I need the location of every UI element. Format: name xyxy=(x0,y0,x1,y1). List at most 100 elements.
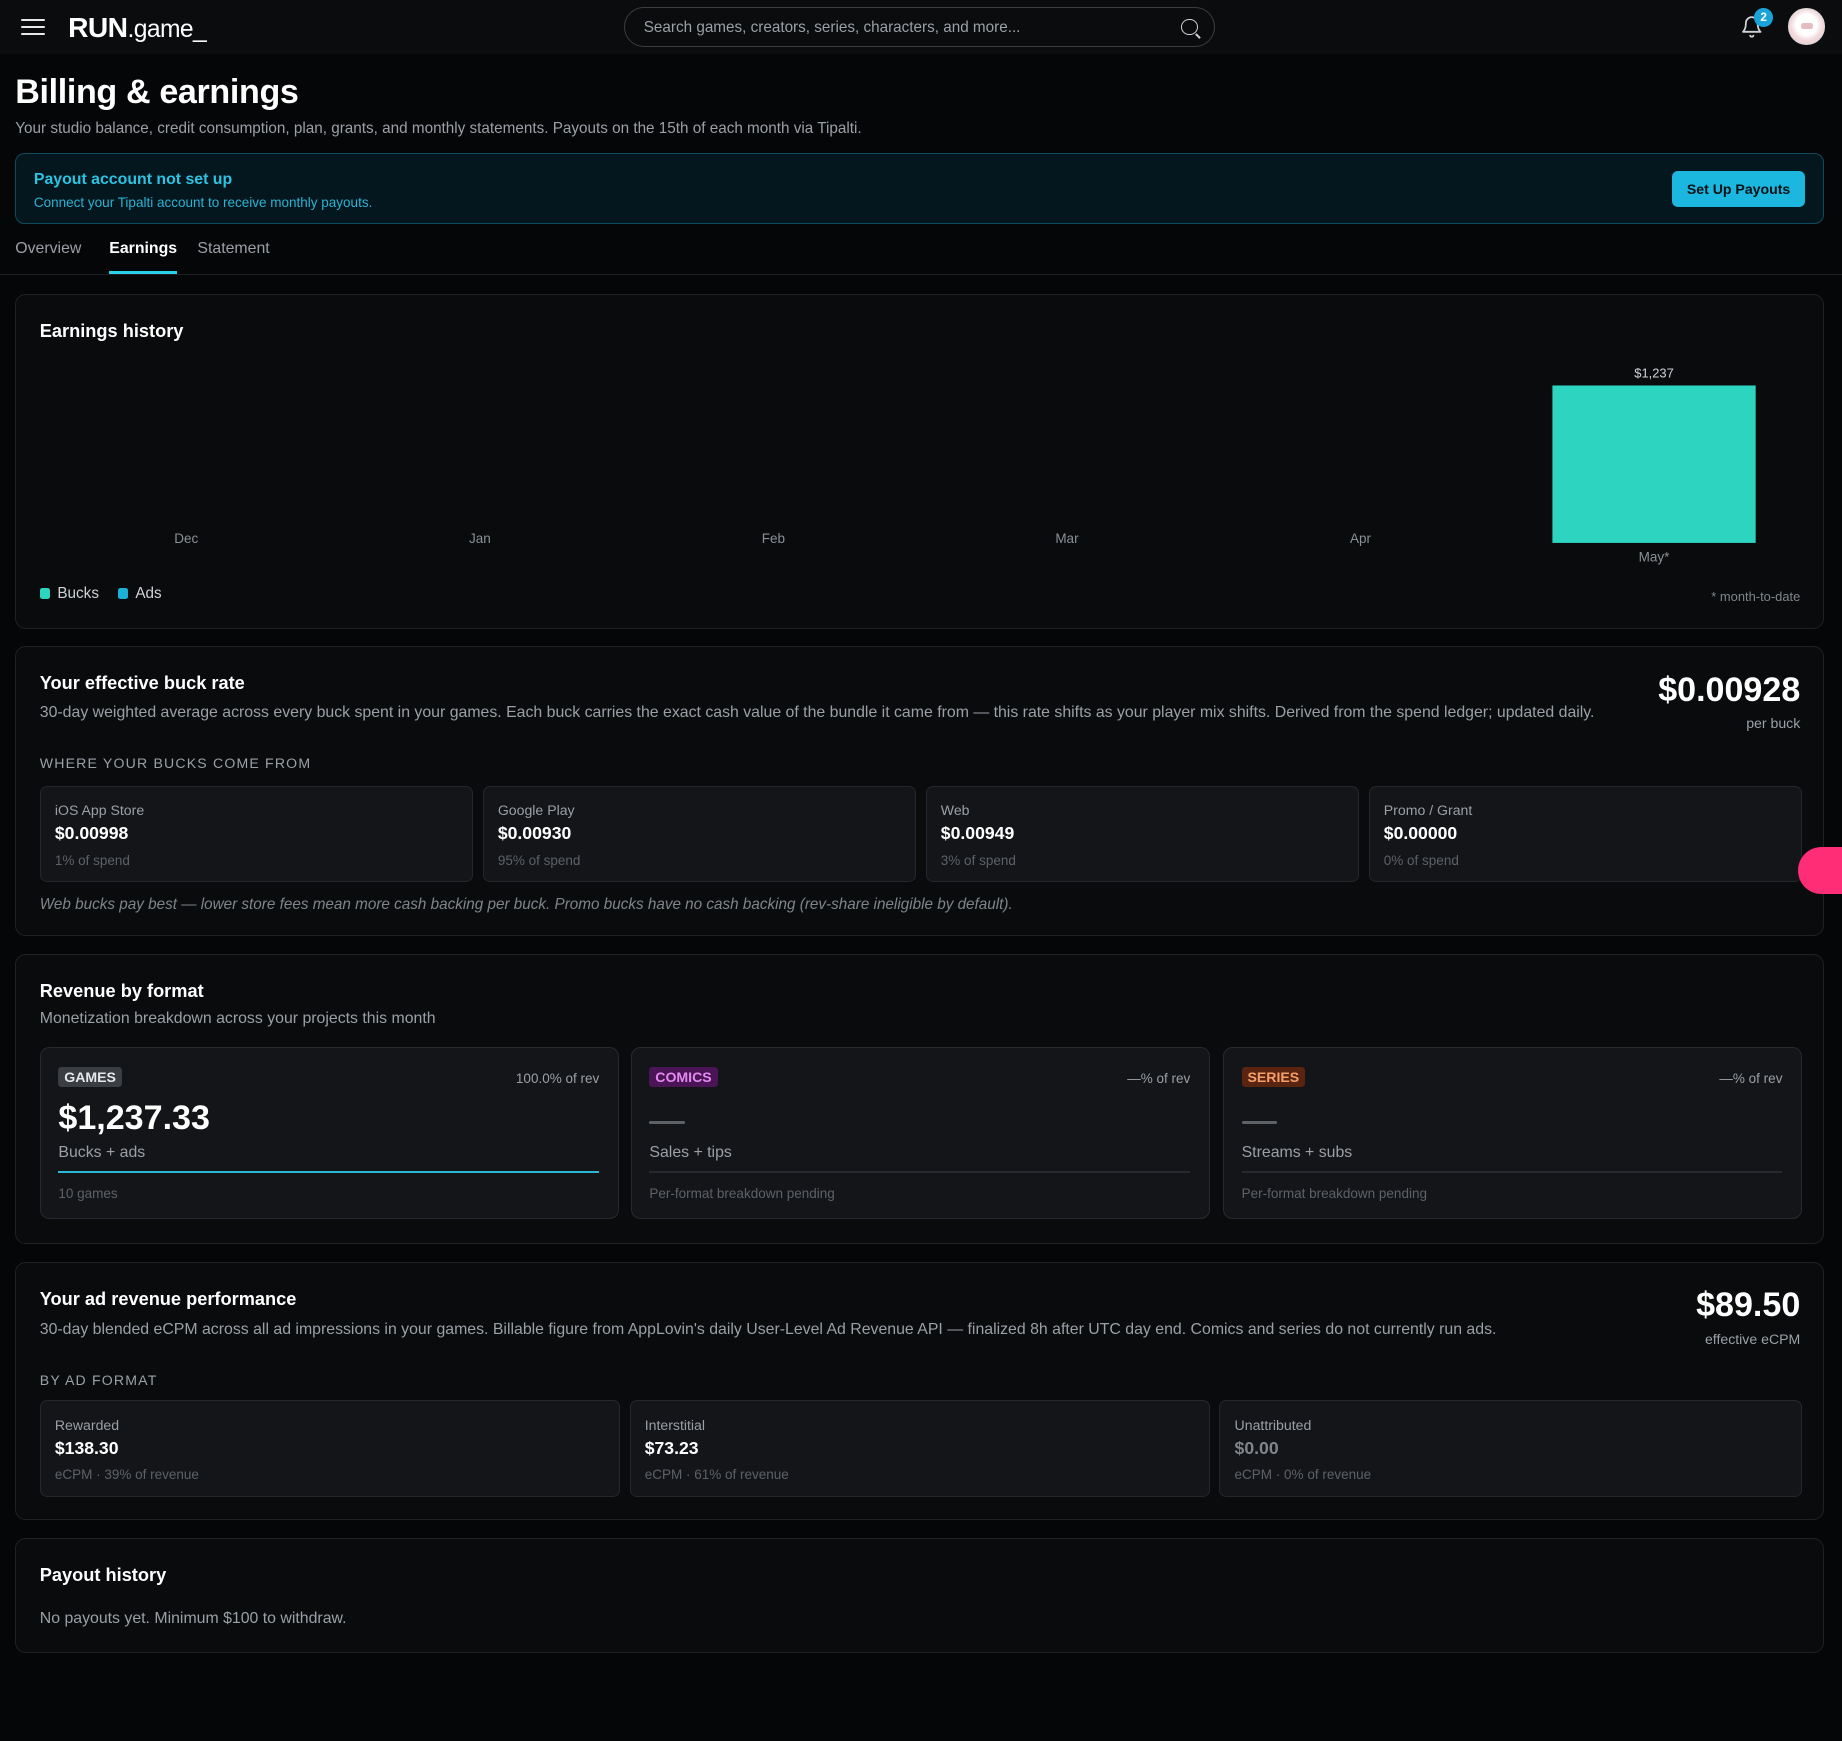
buck-rate-card: Your effective buck rate 30-day weighted… xyxy=(15,646,1824,937)
buck-rate-title: Your effective buck rate xyxy=(39,673,245,694)
format-footnote: Per-format breakdown pending xyxy=(649,1186,835,1202)
ad-format-value: $73.23 xyxy=(644,1437,699,1458)
format-share-bar xyxy=(1241,1171,1783,1174)
source-label: Web xyxy=(940,802,970,819)
format-footnote: 10 games xyxy=(58,1186,118,1202)
legend-item-ads[interactable]: Ads xyxy=(117,584,162,602)
ad-format-card-interstitial: Interstitial $73.23 eCPM · 61% of revenu… xyxy=(629,1400,1211,1497)
chart-legend: Bucks Ads xyxy=(39,584,162,602)
search-icon[interactable] xyxy=(1181,18,1198,36)
buck-rate-value: $0.00928 xyxy=(1658,670,1801,709)
bucks-source-label: WHERE YOUR BUCKS COME FROM xyxy=(39,755,312,772)
source-share: 1% of spend xyxy=(54,852,130,868)
source-label: Promo / Grant xyxy=(1383,802,1473,819)
format-amount-placeholder xyxy=(1241,1120,1277,1125)
avatar[interactable] xyxy=(1788,8,1825,45)
format-percent: 100.0% of rev xyxy=(515,1071,600,1087)
legend-label-ads: Ads xyxy=(135,584,162,602)
logo[interactable]: RUN .game_ xyxy=(68,11,207,44)
revenue-format-card: Revenue by format Monetization breakdown… xyxy=(15,954,1824,1245)
format-card-series[interactable]: SERIES —% of rev Streams + subs Per-form… xyxy=(1222,1046,1803,1220)
format-tag: COMICS xyxy=(649,1066,718,1088)
payout-history-title: Payout history xyxy=(39,1564,167,1585)
alert-title: Payout account not set up xyxy=(33,171,233,189)
legend-item-bucks[interactable]: Bucks xyxy=(39,584,99,602)
earnings-chart: Dec Jan Feb Mar Apr $1,237 May* xyxy=(175,365,1756,564)
ad-revenue-title: Your ad revenue performance xyxy=(39,1288,297,1309)
format-tag: SERIES xyxy=(1241,1066,1306,1088)
x-tick-label: Dec xyxy=(175,531,199,546)
ad-format-value: $0.00 xyxy=(1234,1437,1279,1458)
set-up-payouts-button[interactable]: Set Up Payouts xyxy=(1672,171,1805,207)
x-tick-label: Feb xyxy=(762,531,785,546)
ad-revenue-value: $89.50 xyxy=(1696,1286,1801,1325)
tab-overview[interactable]: Overview xyxy=(15,240,81,258)
page-title: Billing & earnings xyxy=(15,72,299,111)
source-value: $0.00949 xyxy=(940,823,1015,844)
legend-label-bucks: Bucks xyxy=(57,584,99,602)
buck-rate-description: 30-day weighted average across every buc… xyxy=(39,703,1595,721)
format-share-bar xyxy=(58,1171,600,1174)
menu-icon[interactable] xyxy=(21,18,45,36)
ad-format-label: BY AD FORMAT xyxy=(39,1372,158,1389)
earnings-history-card: Earnings history Dec Jan Feb Mar Apr $1,237 Ma… xyxy=(15,293,1824,629)
alert-subtitle: Connect your Tipalti account to receive … xyxy=(33,194,373,210)
payout-setup-alert: Payout account not set up Connect your T… xyxy=(15,152,1824,225)
legend-swatch-ads xyxy=(117,588,129,599)
format-amount: $1,237.33 xyxy=(58,1099,210,1138)
format-share-fill xyxy=(58,1171,600,1174)
top-bar: RUN.game_ 2 xyxy=(0,0,1842,55)
source-label: iOS App Store xyxy=(54,802,145,819)
bar-value-label: $1,237 xyxy=(1635,365,1674,380)
format-share-bar xyxy=(649,1171,1191,1174)
payout-history-empty: No payouts yet. Minimum $100 to withdraw… xyxy=(39,1609,347,1627)
revenue-format-subtitle: Monetization breakdown across your proje… xyxy=(39,1010,436,1028)
tab-earnings[interactable]: Earnings xyxy=(109,240,177,275)
format-subtitle: Sales + tips xyxy=(649,1144,732,1162)
bar-may[interactable] xyxy=(1552,385,1756,543)
x-tick-label: Mar xyxy=(1056,531,1080,546)
ad-format-value: $138.30 xyxy=(54,1437,119,1458)
source-share: 3% of spend xyxy=(940,852,1016,868)
source-label: Google Play xyxy=(497,802,575,819)
tab-bar: Overview Earnings Statement xyxy=(0,230,1842,275)
format-percent: —% of rev xyxy=(1127,1071,1191,1087)
buck-rate-note: Web bucks pay best — lower store fees me… xyxy=(39,896,1013,914)
x-tick-label: Jan xyxy=(469,531,491,546)
ad-revenue-description: 30-day blended eCPM across all ad impres… xyxy=(39,1320,1497,1338)
ad-format-card-rewarded: Rewarded $138.30 eCPM · 39% of revenue xyxy=(39,1400,621,1497)
source-share: 0% of spend xyxy=(1383,852,1459,868)
format-tag: GAMES xyxy=(58,1066,122,1088)
source-share: 95% of spend xyxy=(497,852,581,868)
ad-format-label-text: Interstitial xyxy=(644,1416,706,1433)
feedback-tab[interactable] xyxy=(1797,847,1842,895)
format-subtitle: Bucks + ads xyxy=(58,1144,146,1162)
ad-revenue-caption: effective eCPM xyxy=(1704,1331,1801,1348)
ad-format-card-unattributed: Unattributed $0.00 eCPM · 0% of revenue xyxy=(1219,1400,1803,1497)
format-card-comics[interactable]: COMICS —% of rev Sales + tips Per-format… xyxy=(630,1046,1211,1220)
source-value: $0.00000 xyxy=(1383,823,1458,844)
format-subtitle: Streams + subs xyxy=(1241,1144,1353,1162)
ad-format-label-text: Rewarded xyxy=(54,1416,120,1433)
ad-format-share: eCPM · 61% of revenue xyxy=(644,1467,789,1483)
format-percent: —% of rev xyxy=(1719,1071,1783,1087)
source-value: $0.00930 xyxy=(497,823,572,844)
ad-format-label-text: Unattributed xyxy=(1234,1416,1312,1433)
format-footnote: Per-format breakdown pending xyxy=(1241,1186,1427,1202)
ad-revenue-card: Your ad revenue performance 30-day blend… xyxy=(15,1261,1824,1521)
notifications-button[interactable]: 2 xyxy=(1740,8,1774,40)
source-card-promo: Promo / Grant $0.00000 0% of spend xyxy=(1368,785,1803,883)
payout-history-card: Payout history No payouts yet. Minimum $… xyxy=(15,1538,1824,1654)
tab-statement[interactable]: Statement xyxy=(197,240,269,258)
search-input[interactable] xyxy=(643,18,1182,36)
month-to-date-footnote: * month-to-date xyxy=(1711,588,1801,604)
source-card-web: Web $0.00949 3% of spend xyxy=(925,785,1360,883)
format-card-games[interactable]: GAMES 100.0% of rev $1,237.33 Bucks + ad… xyxy=(39,1046,620,1220)
legend-swatch-bucks xyxy=(39,588,51,599)
format-amount-placeholder xyxy=(649,1120,685,1125)
x-tick-label: Apr xyxy=(1350,531,1372,546)
notification-count-badge: 2 xyxy=(1754,8,1774,28)
source-card-google-play: Google Play $0.00930 95% of spend xyxy=(482,785,917,883)
source-value: $0.00998 xyxy=(54,823,129,844)
ad-format-share: eCPM · 0% of revenue xyxy=(1234,1467,1372,1483)
